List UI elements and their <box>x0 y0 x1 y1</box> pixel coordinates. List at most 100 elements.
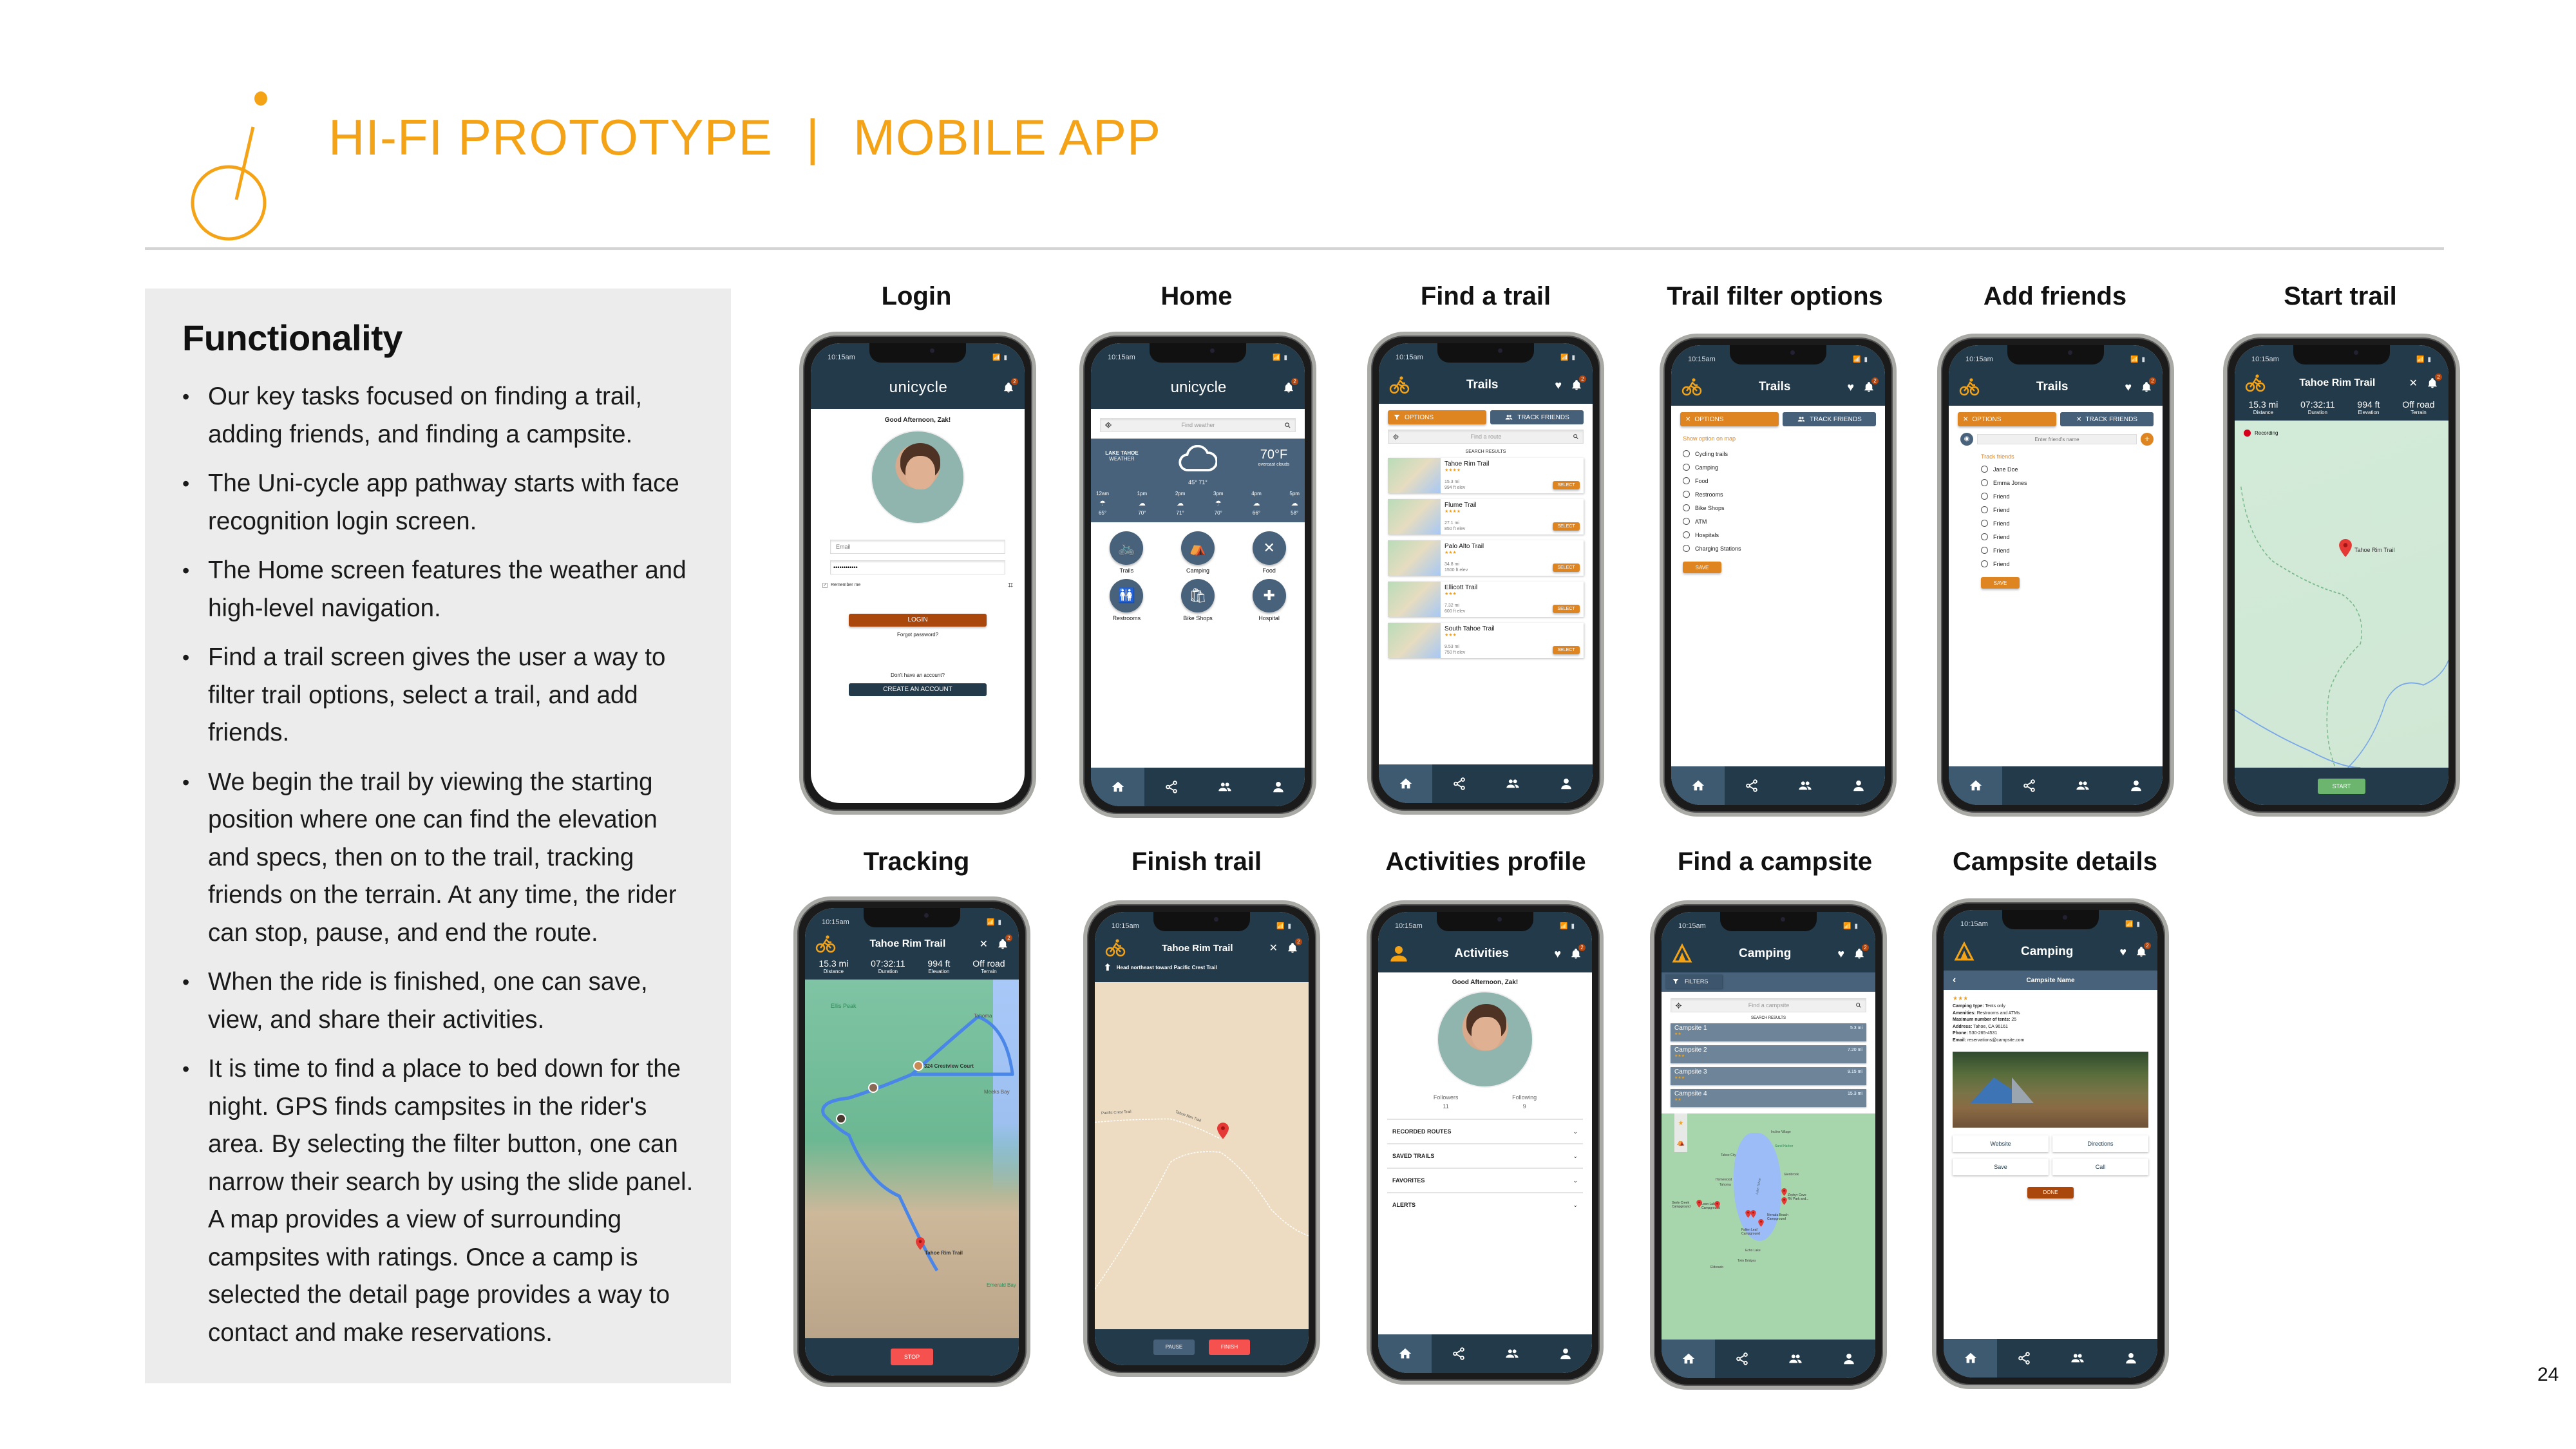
notifications-bell-icon[interactable]: 2 <box>2141 377 2156 393</box>
nav-profile[interactable] <box>1822 1340 1875 1378</box>
radio-button[interactable] <box>1683 518 1690 525</box>
pause-button[interactable]: PAUSE <box>1153 1340 1195 1355</box>
nav-friends[interactable] <box>1768 1340 1822 1378</box>
star-filter-icon[interactable]: ★ <box>1678 1120 1684 1127</box>
options-button[interactable]: ✕ OPTIONS <box>1680 412 1779 426</box>
notifications-bell-icon[interactable]: 2 <box>1570 944 1586 960</box>
friend-avatar[interactable] <box>913 1061 923 1071</box>
forgot-password-link[interactable]: Forgot password? <box>821 632 1014 638</box>
radio-button[interactable] <box>1683 504 1690 511</box>
friend-avatar[interactable] <box>868 1083 878 1093</box>
radio-button[interactable] <box>1683 450 1690 457</box>
email-field[interactable] <box>830 540 1005 554</box>
filter-option[interactable]: Bike Shops <box>1683 501 1876 515</box>
radio-button[interactable] <box>1683 477 1690 484</box>
nav-profile[interactable] <box>1832 766 1885 805</box>
campsite-search-input[interactable]: Find a campsite <box>1671 998 1866 1012</box>
directions-button[interactable]: Directions <box>2052 1135 2148 1152</box>
radio-button[interactable] <box>1683 531 1690 538</box>
nav-home[interactable] <box>1662 1340 1715 1378</box>
campsite-map[interactable]: ★ ⛺ Lake Tahoe Tahoe City Incline Villag… <box>1662 1113 1875 1340</box>
nav-profile[interactable] <box>2104 1339 2157 1378</box>
friend-option[interactable]: Friend <box>1981 503 2154 516</box>
trail-map[interactable]: Recording Tahoe Rim Trail <box>2235 421 2448 768</box>
nav-home[interactable] <box>1091 768 1144 806</box>
radio-button[interactable] <box>1981 547 1988 554</box>
close-icon[interactable]: ✕ <box>1269 942 1278 954</box>
finish-button[interactable]: FINISH <box>1209 1340 1250 1355</box>
search-icon[interactable] <box>1284 422 1291 429</box>
campsite-pin-icon[interactable] <box>1696 1200 1702 1208</box>
following-stat[interactable]: Following 9 <box>1512 1094 1537 1110</box>
nav-share[interactable] <box>1997 1339 2050 1378</box>
trail-card[interactable]: Palo Alto Trail ★★★ 34.8 mi 1500 ft elev SEL… <box>1388 540 1584 576</box>
nav-home[interactable] <box>1378 1334 1432 1373</box>
notifications-bell-icon[interactable]: 2 <box>1853 944 1869 960</box>
nav-share[interactable] <box>1432 764 1486 803</box>
radio-button[interactable] <box>1981 560 1988 567</box>
friend-option[interactable]: Friend <box>1981 557 2154 571</box>
favorites-heart-icon[interactable]: ♥ <box>1837 947 1844 961</box>
camera-icon[interactable]: ◉ <box>1960 433 1973 446</box>
nav-share[interactable] <box>1715 1340 1768 1378</box>
filters-button[interactable]: FILTERS <box>1665 974 1722 989</box>
friend-option[interactable]: Friend <box>1981 544 2154 557</box>
select-trail-button[interactable]: SELECT <box>1553 646 1580 654</box>
accordion-section[interactable]: FAVORITES ⌄ <box>1387 1168 1583 1192</box>
notifications-bell-icon[interactable]: 2 <box>2136 942 2151 958</box>
radio-button[interactable] <box>1683 545 1690 552</box>
nav-friends[interactable] <box>2056 766 2109 805</box>
notifications-bell-icon[interactable]: 2 <box>1003 378 1018 394</box>
campsite-result[interactable]: Campsite 4 ★★ 15.3 mi <box>1671 1089 1866 1107</box>
password-field[interactable] <box>830 560 1005 574</box>
nav-profile[interactable] <box>1539 764 1593 803</box>
call-button[interactable]: Call <box>2052 1159 2148 1175</box>
save-button[interactable]: SAVE <box>1981 577 2020 589</box>
campsite-pin-icon[interactable] <box>1781 1197 1787 1205</box>
select-trail-button[interactable]: SELECT <box>1553 481 1580 489</box>
category-tile[interactable]: 🚲 Trails <box>1091 531 1162 574</box>
done-button[interactable]: DONE <box>2027 1187 2074 1198</box>
favorites-heart-icon[interactable]: ♥ <box>2119 945 2126 959</box>
login-button[interactable]: LOGIN <box>849 614 987 627</box>
notifications-bell-icon[interactable]: 2 <box>1287 938 1302 954</box>
notifications-bell-icon[interactable]: 2 <box>2427 374 2442 390</box>
trail-card[interactable]: Ellicott Trail ★★★ 7.32 mi 600 ft elev SELEC… <box>1388 582 1584 617</box>
campsite-filter-icon[interactable]: ⛺ <box>1677 1139 1685 1146</box>
track-friends-button[interactable]: ✕ TRACK FRIENDS <box>2060 412 2154 426</box>
finish-map[interactable]: Pacific Crest Trail Tahoe Rim Trail <box>1095 982 1309 1329</box>
favorites-heart-icon[interactable]: ♥ <box>2125 381 2132 394</box>
nav-profile[interactable] <box>2109 766 2163 805</box>
campsite-result[interactable]: Campsite 1 ★★ 5.3 mi <box>1671 1023 1866 1041</box>
nav-home[interactable] <box>1949 766 2002 805</box>
accordion-section[interactable]: SAVED TRAILS ⌄ <box>1387 1143 1583 1168</box>
category-tile[interactable]: ✚ Hospital <box>1233 579 1305 621</box>
trail-card[interactable]: South Tahoe Trail ★★★ 9.53 mi 750 ft elev SE… <box>1388 623 1584 658</box>
nav-friends[interactable] <box>1198 768 1251 806</box>
campsite-result[interactable]: Campsite 2 ★★★ 7.20 mi <box>1671 1045 1866 1063</box>
filter-option[interactable]: Cycling trails <box>1683 447 1876 460</box>
close-icon[interactable]: ✕ <box>2409 377 2418 390</box>
accordion-section[interactable]: RECORDED ROUTES ⌄ <box>1387 1119 1583 1143</box>
followers-stat[interactable]: Followers 11 <box>1434 1094 1459 1110</box>
radio-button[interactable] <box>1981 493 1988 500</box>
category-tile[interactable]: ⛺ Camping <box>1162 531 1234 574</box>
radio-button[interactable] <box>1683 491 1690 498</box>
nav-share[interactable] <box>1144 768 1198 806</box>
options-button[interactable]: OPTIONS <box>1388 410 1486 424</box>
location-target-icon[interactable] <box>1104 421 1112 429</box>
filter-option[interactable]: ATM <box>1683 515 1876 528</box>
close-icon[interactable]: ✕ <box>1685 416 1690 423</box>
options-button[interactable]: ✕ OPTIONS <box>1958 412 2056 426</box>
tracking-map[interactable]: Ellis Peak Tahoma 324 Crestview Court Me… <box>805 980 1019 1338</box>
save-button[interactable]: Save <box>1953 1159 2049 1175</box>
filter-option[interactable]: Hospitals <box>1683 528 1876 542</box>
favorites-heart-icon[interactable]: ♥ <box>1554 947 1561 961</box>
filter-option[interactable]: Camping <box>1683 460 1876 474</box>
nav-share[interactable] <box>1725 766 1778 805</box>
nav-home[interactable] <box>1944 1339 1997 1378</box>
campsite-result[interactable]: Campsite 3 ★★★ 9.15 mi <box>1671 1067 1866 1085</box>
radio-button[interactable] <box>1683 464 1690 471</box>
select-trail-button[interactable]: SELECT <box>1553 522 1580 531</box>
create-account-button[interactable]: CREATE AN ACCOUNT <box>849 683 987 696</box>
